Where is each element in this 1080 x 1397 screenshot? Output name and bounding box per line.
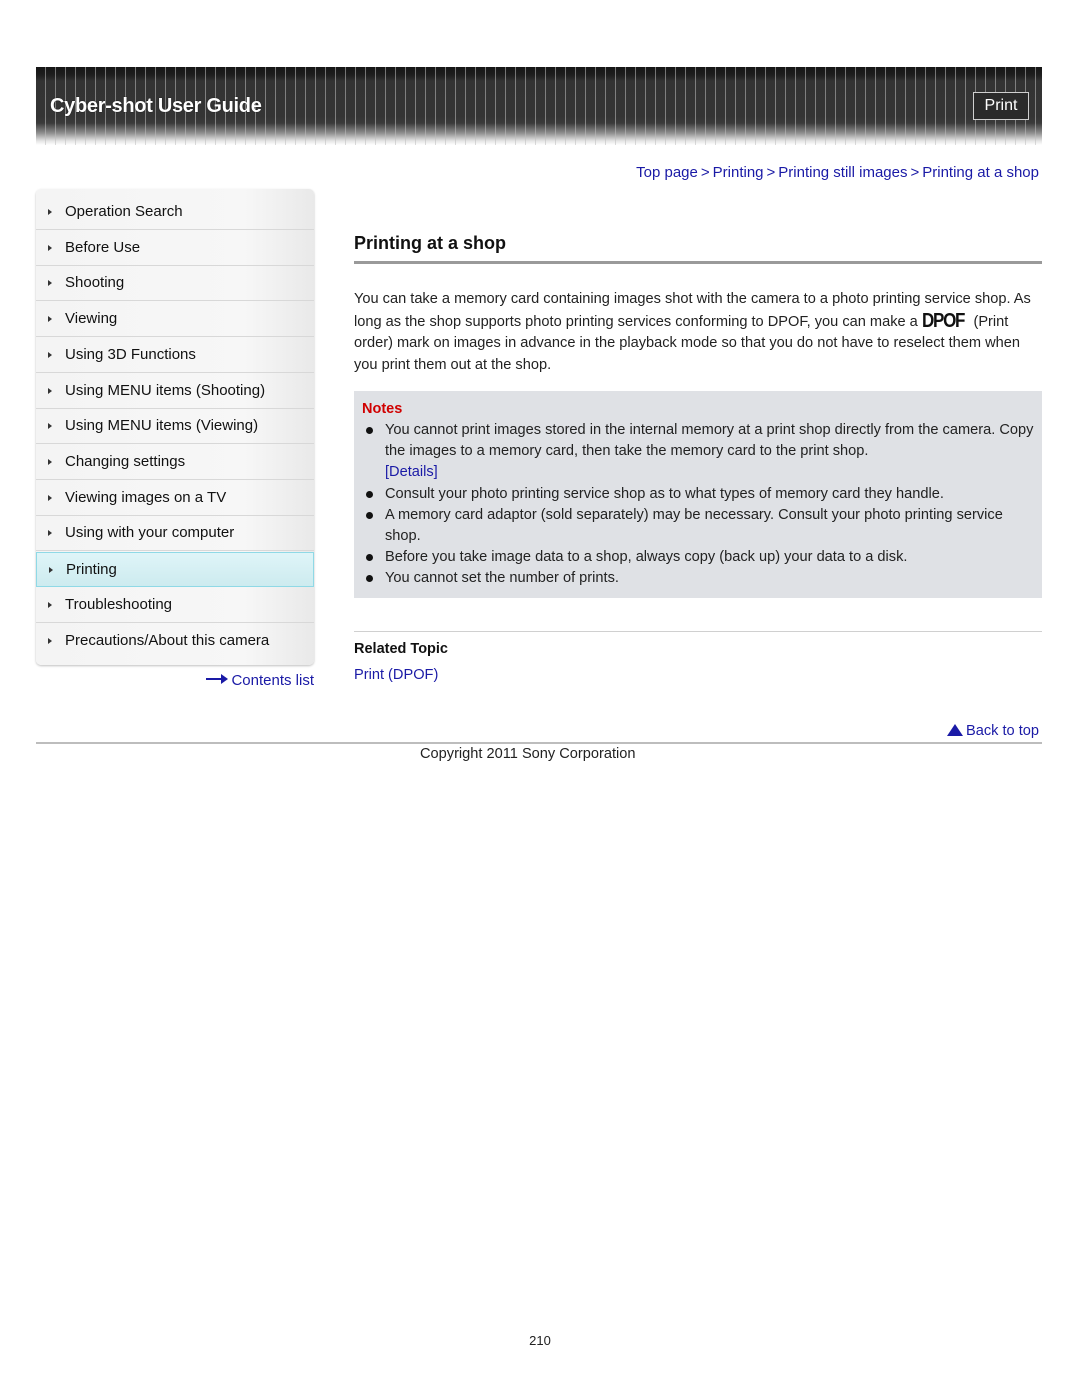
note-text: Before you take image data to a shop, al… bbox=[385, 549, 908, 566]
breadcrumb-printing-still-images[interactable]: Printing still images bbox=[778, 164, 907, 181]
breadcrumb-separator: > bbox=[910, 164, 920, 181]
arrow-right-icon bbox=[48, 209, 52, 215]
sidebar-item-label: Printing bbox=[66, 561, 117, 578]
arrow-right-icon bbox=[48, 495, 52, 501]
related-link-print-dpof[interactable]: Print (DPOF) bbox=[354, 667, 438, 683]
copyright-text: Copyright 2011 Sony Corporation bbox=[420, 746, 636, 762]
breadcrumb-separator: > bbox=[700, 164, 710, 181]
contents-list-link[interactable]: Contents list bbox=[206, 672, 314, 689]
arrow-right-icon bbox=[48, 352, 52, 358]
sidebar-item-label: Viewing bbox=[65, 310, 118, 327]
sidebar-item-using-3d-functions[interactable]: Using 3D Functions bbox=[36, 338, 314, 373]
breadcrumb-top-page[interactable]: Top page bbox=[636, 164, 698, 181]
sidebar-item-label: Using with your computer bbox=[65, 524, 235, 541]
bullet-icon bbox=[366, 490, 373, 498]
sidebar-item-label: Viewing images on a TV bbox=[65, 489, 227, 506]
print-button[interactable]: Print bbox=[973, 92, 1029, 120]
arrow-right-icon bbox=[48, 638, 52, 644]
sidebar-item-precautions[interactable]: Precautions/About this camera bbox=[36, 624, 314, 659]
sidebar-nav: Operation Search Before Use Shooting Vie… bbox=[36, 189, 314, 665]
arrow-right-icon bbox=[49, 567, 53, 573]
sidebar-item-menu-viewing[interactable]: Using MENU items (Viewing) bbox=[36, 409, 314, 444]
details-link[interactable]: [Details] bbox=[385, 464, 438, 480]
arrow-right-icon bbox=[48, 459, 52, 465]
breadcrumb-printing[interactable]: Printing bbox=[713, 164, 764, 181]
note-text: You cannot print images stored in the in… bbox=[385, 422, 1034, 460]
notes-box: Notes You cannot print images stored in … bbox=[354, 391, 1042, 598]
sidebar-item-label: Changing settings bbox=[65, 453, 186, 470]
bullet-icon bbox=[366, 427, 373, 434]
sidebar-item-label: Troubleshooting bbox=[65, 596, 173, 613]
arrow-right-icon bbox=[48, 530, 52, 536]
arrow-right-icon bbox=[48, 245, 52, 251]
page-number: 210 bbox=[529, 1333, 551, 1348]
sidebar-item-before-use[interactable]: Before Use bbox=[36, 231, 314, 266]
notes-list: You cannot print images stored in the in… bbox=[354, 420, 1034, 590]
note-item: Consult your photo printing service shop… bbox=[354, 484, 1034, 505]
breadcrumb-current-page[interactable]: Printing at a shop bbox=[922, 164, 1039, 181]
bullet-icon bbox=[366, 511, 373, 519]
breadcrumb-separator: > bbox=[766, 164, 776, 181]
breadcrumb: Top page > Printing > Printing still images >… bbox=[636, 164, 1039, 181]
note-item: You cannot print images stored in the in… bbox=[354, 420, 1034, 484]
note-text: Consult your photo printing service shop… bbox=[385, 485, 944, 502]
arrow-right-icon bbox=[48, 280, 52, 286]
bullet-icon bbox=[366, 575, 373, 583]
note-item: Before you take image data to a shop, al… bbox=[354, 547, 1034, 568]
related-divider bbox=[354, 631, 1042, 632]
related-topic-heading: Related Topic bbox=[354, 641, 448, 657]
sidebar-item-label: Operation Search bbox=[65, 203, 183, 220]
sidebar-item-troubleshooting[interactable]: Troubleshooting bbox=[36, 588, 314, 623]
back-to-top-link[interactable]: Back to top bbox=[946, 723, 1039, 739]
sidebar-item-label: Before Use bbox=[65, 239, 141, 256]
sidebar-item-label: Using 3D Functions bbox=[65, 346, 196, 363]
arrow-right-icon bbox=[48, 423, 52, 429]
title-divider bbox=[354, 261, 1042, 264]
page-title: Printing at a shop bbox=[354, 233, 507, 253]
sidebar-item-shooting[interactable]: Shooting bbox=[36, 266, 314, 301]
dpof-icon: DPOF bbox=[921, 309, 965, 332]
sidebar-item-using-with-computer[interactable]: Using with your computer bbox=[36, 516, 314, 551]
note-item: A memory card adaptor (sold separately) … bbox=[354, 505, 1034, 547]
bullet-icon bbox=[366, 554, 373, 562]
footer-divider bbox=[36, 742, 1042, 744]
notes-title: Notes bbox=[362, 401, 403, 417]
arrow-right-icon bbox=[48, 388, 52, 394]
arrow-right-icon bbox=[206, 674, 229, 685]
arrow-right-icon bbox=[48, 602, 52, 608]
note-text: You cannot set the number of prints. bbox=[385, 570, 619, 587]
sidebar-item-viewing[interactable]: Viewing bbox=[36, 302, 314, 337]
back-to-top-label: Back to top bbox=[965, 723, 1039, 739]
arrow-right-icon bbox=[48, 316, 52, 322]
sidebar-item-label: Using MENU items (Viewing) bbox=[65, 417, 259, 434]
guide-header: Cyber-shot User Guide Print bbox=[36, 67, 1042, 145]
sidebar-item-label: Precautions/About this camera bbox=[65, 632, 270, 649]
intro-paragraph: You can take a memory card containing im… bbox=[354, 289, 1044, 376]
sidebar-item-menu-shooting[interactable]: Using MENU items (Shooting) bbox=[36, 374, 314, 409]
sidebar-item-label: Shooting bbox=[65, 274, 125, 291]
sidebar-item-operation-search[interactable]: Operation Search bbox=[36, 195, 314, 230]
contents-list-label: Contents list bbox=[231, 672, 314, 689]
sidebar-item-changing-settings[interactable]: Changing settings bbox=[36, 445, 314, 480]
sidebar-item-label: Using MENU items (Shooting) bbox=[65, 382, 266, 399]
sidebar-item-printing[interactable]: Printing bbox=[36, 552, 314, 587]
sidebar-item-viewing-on-tv[interactable]: Viewing images on a TV bbox=[36, 481, 314, 516]
triangle-up-icon bbox=[946, 724, 963, 736]
guide-title: Cyber-shot User Guide bbox=[50, 95, 262, 117]
note-item: You cannot set the number of prints. bbox=[354, 568, 1034, 589]
note-text: A memory card adaptor (sold separately) … bbox=[385, 506, 1003, 545]
